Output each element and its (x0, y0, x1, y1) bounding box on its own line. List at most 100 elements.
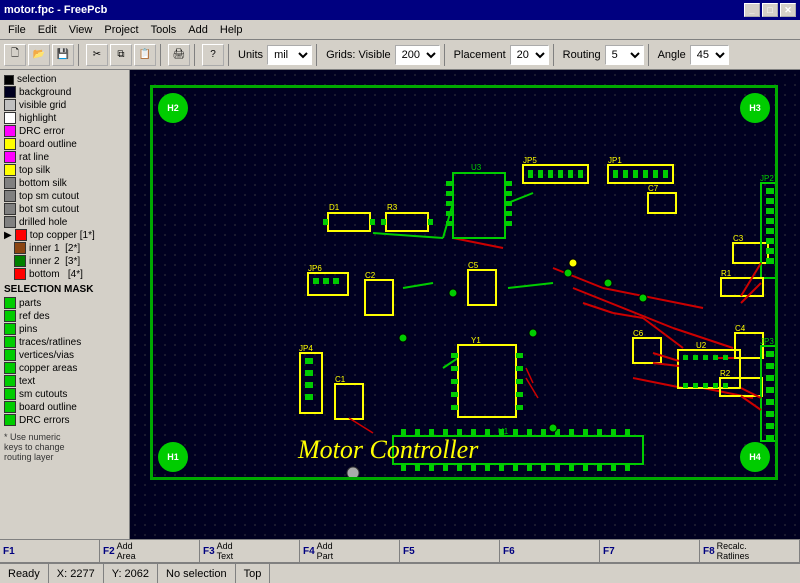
open-button[interactable]: 📂 (28, 44, 50, 66)
layer-name: top copper [1*] (30, 230, 95, 241)
menu-item-help[interactable]: Help (214, 22, 249, 38)
fkey-f7[interactable]: F7 (600, 540, 700, 562)
layer-selection[interactable]: selection (4, 74, 125, 85)
close-button[interactable]: ✕ (780, 3, 796, 17)
mask-drc-errors[interactable]: DRC errors (4, 414, 125, 426)
menu-item-add[interactable]: Add (182, 22, 214, 38)
layer-inner1[interactable]: inner 1 [2*] (4, 242, 125, 254)
layer-bot-sm-cutout[interactable]: bot sm cutout (4, 203, 125, 215)
separator-4 (228, 44, 232, 66)
mask-parts[interactable]: parts (4, 297, 125, 309)
menu-item-tools[interactable]: Tools (145, 22, 183, 38)
fkey-f2[interactable]: F2Add Area (100, 540, 200, 562)
layer-color-swatch (4, 125, 16, 137)
svg-text:C7: C7 (648, 184, 659, 193)
menu-item-view[interactable]: View (63, 22, 99, 38)
mask-traces[interactable]: traces/ratlines (4, 336, 125, 348)
status-selection: No selection (158, 564, 236, 583)
fkey-num: F2 (103, 546, 115, 557)
layer-inner2[interactable]: inner 2 [3*] (4, 255, 125, 267)
layer-name: visible grid (19, 100, 66, 111)
svg-text:C5: C5 (468, 261, 479, 270)
layer-bottom[interactable]: bottom [4*] (4, 268, 125, 280)
layer-color-swatch (4, 151, 16, 163)
fkey-f6[interactable]: F6 (500, 540, 600, 562)
fkey-f3[interactable]: F3Add Text (200, 540, 300, 562)
mask-refdes[interactable]: ref des (4, 310, 125, 322)
mask-vertices[interactable]: vertices/vias (4, 349, 125, 361)
menu-bar: FileEditViewProjectToolsAddHelp (0, 20, 800, 40)
mask-color (4, 401, 16, 413)
main-area: selection background visible grid highli… (0, 70, 800, 539)
cut-button[interactable]: ✂ (86, 44, 108, 66)
grids-select[interactable]: 200 100 50 (395, 45, 440, 65)
fkey-label: Add Part (317, 541, 334, 561)
separator-8 (648, 44, 652, 66)
svg-text:C4: C4 (735, 324, 746, 333)
layer-bottom-silk[interactable]: bottom silk (4, 177, 125, 189)
layer-name: top sm cutout (19, 191, 79, 202)
mask-name: DRC errors (19, 415, 70, 426)
maximize-button[interactable]: □ (762, 3, 778, 17)
mask-text[interactable]: text (4, 375, 125, 387)
layer-color-swatch (4, 138, 16, 150)
layer-drc-error[interactable]: DRC error (4, 125, 125, 137)
menu-item-edit[interactable]: Edit (32, 22, 63, 38)
status-ready: Ready (0, 564, 49, 583)
active-layer-arrow: ▶ (4, 230, 12, 241)
mask-pins[interactable]: pins (4, 323, 125, 335)
mask-name: traces/ratlines (19, 337, 81, 348)
mask-board-outline[interactable]: board outline (4, 401, 125, 413)
layer-name: bottom [4*] (29, 269, 83, 280)
layer-board-outline[interactable]: board outline (4, 138, 125, 150)
fkey-f4[interactable]: F4Add Part (300, 540, 400, 562)
mask-name: parts (19, 298, 41, 309)
fkey-num: F3 (203, 546, 215, 557)
angle-select[interactable]: 45 90 0 (690, 45, 729, 65)
placement-select[interactable]: 20 10 5 (510, 45, 549, 65)
layer-color-swatch (4, 203, 16, 215)
status-layer: Top (236, 564, 271, 583)
layer-color-swatch (14, 242, 26, 254)
layer-visible-grid[interactable]: visible grid (4, 99, 125, 111)
pcb-canvas[interactable]: H2 H3 H1 H4 (130, 70, 800, 539)
mask-smcutouts[interactable]: sm cutouts (4, 388, 125, 400)
layer-highlight[interactable]: highlight (4, 112, 125, 124)
paste-button[interactable]: 📋 (134, 44, 156, 66)
layer-top-copper[interactable]: ▶ top copper [1*] (4, 229, 125, 241)
layer-top-silk[interactable]: top silk (4, 164, 125, 176)
mask-name: pins (19, 324, 37, 335)
layer-check (4, 75, 14, 85)
mask-color (4, 388, 16, 400)
copy-button[interactable]: ⧉ (110, 44, 132, 66)
mask-color (4, 323, 16, 335)
menu-item-file[interactable]: File (2, 22, 32, 38)
fkey-f8[interactable]: F8Recalc. Ratlines (700, 540, 800, 562)
layer-rat-line[interactable]: rat line (4, 151, 125, 163)
menu-item-project[interactable]: Project (98, 22, 144, 38)
print-button[interactable]: 🖨 (168, 44, 190, 66)
routing-select[interactable]: 5 10 20 (605, 45, 644, 65)
selection-mask-title: SELECTION MASK (4, 284, 125, 295)
mask-color (4, 414, 16, 426)
svg-text:JP2: JP2 (760, 174, 774, 183)
fkey-f5[interactable]: F5 (400, 540, 500, 562)
svg-text:U3: U3 (471, 163, 482, 172)
new-button[interactable]: 🗋 (4, 44, 26, 66)
layer-name: bottom silk (19, 178, 67, 189)
layer-name: drilled hole (19, 217, 67, 228)
grids-label: Grids: Visible (324, 49, 393, 61)
mask-copper[interactable]: copper areas (4, 362, 125, 374)
minimize-button[interactable]: _ (744, 3, 760, 17)
status-bar: ReadyX: 2277Y: 2062No selectionTop (0, 563, 800, 583)
save-button[interactable]: 💾 (52, 44, 74, 66)
layer-name: inner 2 [3*] (29, 256, 80, 267)
help-button[interactable]: ? (202, 44, 224, 66)
mask-name: text (19, 376, 35, 387)
status-y: Y: 2062 (104, 564, 158, 583)
units-select[interactable]: mil mm (267, 45, 312, 65)
layer-background[interactable]: background (4, 86, 125, 98)
layer-top-sm-cutout[interactable]: top sm cutout (4, 190, 125, 202)
layer-drilled-hole[interactable]: drilled hole (4, 216, 125, 228)
fkey-f1[interactable]: F1 (0, 540, 100, 562)
